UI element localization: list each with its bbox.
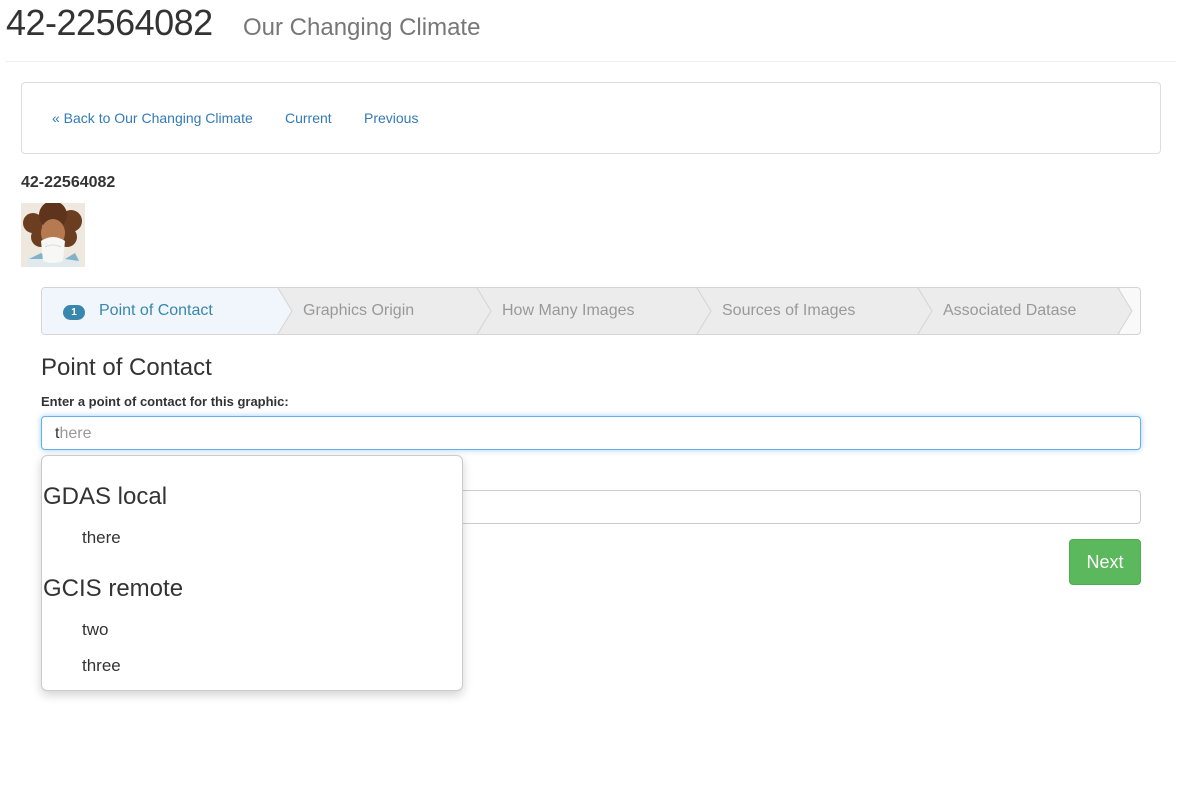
step-label: Graphics Origin xyxy=(303,302,415,319)
section-title: Point of Contact xyxy=(41,354,212,381)
step-label: Sources of Images xyxy=(722,302,856,319)
contact-input-value: there xyxy=(55,425,91,443)
contact-field-label: Enter a point of contact for this graphi… xyxy=(41,394,289,409)
contact-input[interactable]: there xyxy=(41,416,1141,450)
chevron-separator-icon xyxy=(1076,288,1133,334)
autocomplete-dropdown: GDAS local there GCIS remote two three xyxy=(41,455,463,691)
nav-well: « Back to Our Changing Climate Current P… xyxy=(21,82,1161,154)
autocomplete-group-header: GDAS local xyxy=(43,483,168,510)
chevron-separator-icon xyxy=(236,288,293,334)
step-label: How Many Images xyxy=(502,302,635,319)
page-title: 42-22564082 xyxy=(6,2,213,43)
step-label: Point of Contact xyxy=(99,302,213,319)
autocomplete-option[interactable]: there xyxy=(82,528,121,548)
autocomplete-group-header: GCIS remote xyxy=(43,575,184,602)
page-subtitle: Our Changing Climate xyxy=(243,14,481,41)
step-number-badge: 1 xyxy=(63,305,85,320)
chevron-separator-icon xyxy=(655,288,712,334)
page-header: 42-22564082 Our Changing Climate xyxy=(6,0,1176,62)
chevron-separator-icon xyxy=(435,288,492,334)
chevron-separator-icon xyxy=(876,288,933,334)
previous-link[interactable]: Previous xyxy=(364,110,418,126)
autocomplete-option[interactable]: three xyxy=(82,656,121,676)
next-button[interactable]: Next xyxy=(1069,539,1141,585)
wizard-steps: 1 Point of Contact 2 Graphics Origin 3 H… xyxy=(41,287,1141,335)
back-link[interactable]: « Back to Our Changing Climate xyxy=(52,110,253,126)
graphic-thumbnail[interactable] xyxy=(21,203,85,267)
current-link[interactable]: Current xyxy=(285,110,332,126)
step-label: Associated Datasets xyxy=(943,302,1089,319)
autocomplete-option[interactable]: two xyxy=(82,620,108,640)
autocomplete-hint: here xyxy=(59,425,92,442)
record-id: 42-22564082 xyxy=(21,174,116,191)
